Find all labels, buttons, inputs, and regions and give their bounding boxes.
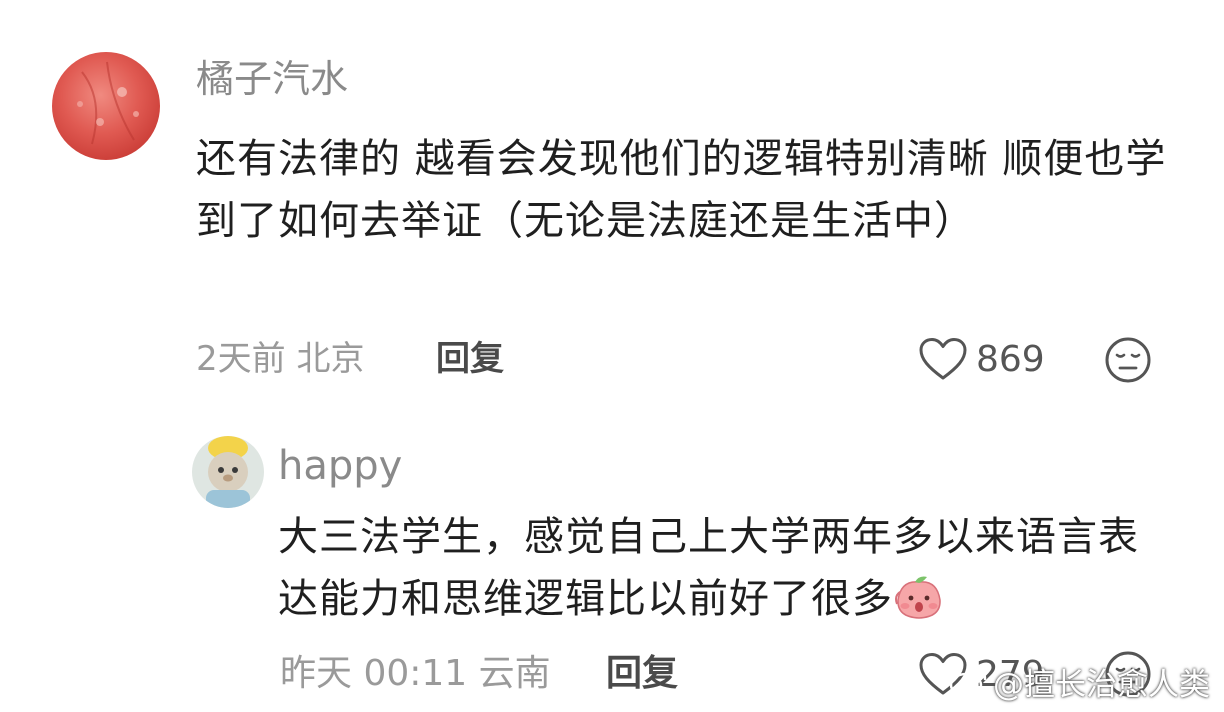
like-button[interactable]: 869 [918,334,1045,384]
comment-meta: 2天前 北京 [196,334,364,384]
like-count: 869 [976,338,1045,380]
heart-outline-icon [919,338,967,380]
weibo-logo-icon [949,668,987,697]
comment-text: 还有法律的 越看会发现他们的逻辑特别清晰 顺便也学到了如何去举证（无论是法庭还是… [196,136,1167,244]
comment-meta: 昨天 00:11 云南 [280,648,551,700]
comment-location: 北京 [296,339,365,379]
comment-text-body: 大三法学生，感觉自己上大学两年多以来语言表达能力和思维逻辑比以前好了很多 [278,514,1139,622]
dislike-button[interactable] [1104,336,1152,388]
comment-username[interactable]: 橘子汽水 [196,52,348,106]
comment-time: 昨天 00:11 [280,653,468,694]
watermark-text: @擅长治愈人类 [993,667,1210,703]
meh-face-icon [1105,337,1151,383]
watermark: @擅长治愈人类 [949,659,1210,704]
shy-peach-emoji [895,576,941,619]
comment-username[interactable]: happy [278,438,402,494]
reply-button[interactable]: 回复 [606,648,678,700]
plush-toy-avatar-icon[interactable] [192,436,264,508]
comment-text: 大三法学生，感觉自己上大学两年多以来语言表达能力和思维逻辑比以前好了很多 [278,506,1178,630]
orange-avatar-icon[interactable] [52,52,160,160]
reply-button[interactable]: 回复 [436,334,504,384]
comment-location: 云南 [478,653,551,694]
comment-time: 2天前 [196,339,286,379]
